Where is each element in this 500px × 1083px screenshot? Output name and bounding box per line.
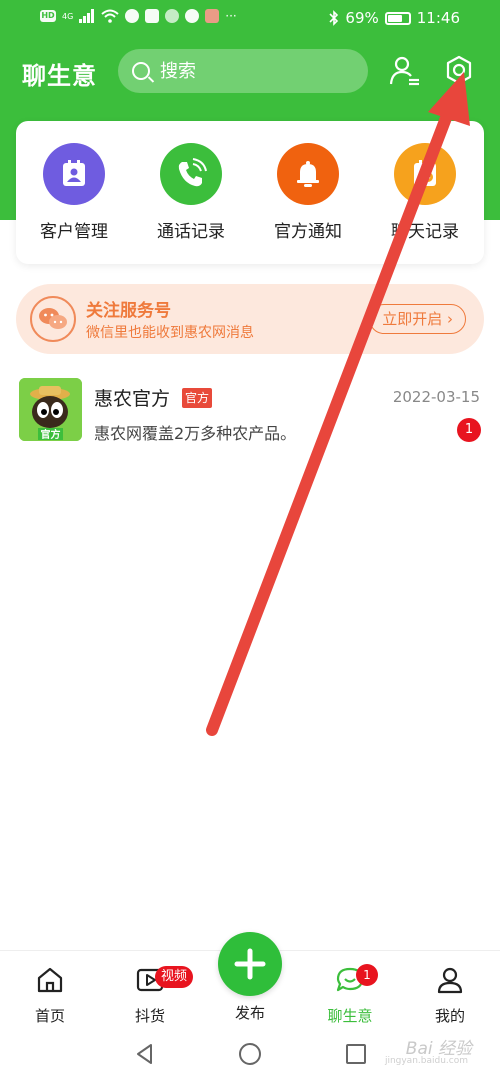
home-circle-icon[interactable] (238, 1042, 262, 1066)
notification-app-icon (205, 9, 220, 23)
message-list-item[interactable]: 官方 惠农官方 官方 2022-03-15 惠农网覆盖2万多种农产品。 1 (0, 372, 500, 452)
status-left: HD 4G ··· (40, 9, 237, 23)
chat-history-icon (414, 160, 436, 186)
quick-action-icon-bg (277, 143, 339, 205)
unread-badge: 1 (457, 418, 481, 442)
nav-label: 我的 (434, 1007, 465, 1025)
search-icon (132, 62, 150, 80)
avatar-caption: 官方 (40, 430, 61, 441)
more-notifications-icon: ··· (225, 9, 237, 23)
plus-icon (234, 948, 266, 980)
quick-action-label: 聊天记录 (391, 222, 459, 242)
search-input[interactable] (160, 60, 350, 82)
quick-action-official-notice[interactable]: 官方通知 (253, 143, 363, 242)
signal-icon (79, 9, 95, 23)
enable-now-label: 立即开启 (382, 309, 443, 328)
quick-action-call-log[interactable]: 通话记录 (136, 143, 246, 242)
message-date: 2022-03-15 (392, 388, 480, 406)
music-app-icon (145, 9, 160, 23)
quick-actions-card: 客户管理 通话记录 官方通知 聊天记录 (16, 121, 484, 264)
clock: 11:46 (416, 9, 460, 27)
nav-chat-business[interactable]: 聊生意 (310, 965, 390, 1026)
status-right: 69% 11:46 (329, 9, 460, 27)
follow-banner-subtitle: 微信里也能收到惠农网消息 (86, 325, 254, 341)
message-preview: 惠农网覆盖2万多种农产品。 (94, 424, 297, 443)
official-tag: 官方 (182, 388, 213, 408)
publish-button[interactable] (218, 932, 282, 996)
contacts-button[interactable] (388, 54, 422, 88)
chat-unread-badge: 1 (356, 964, 378, 986)
nav-home[interactable]: 首页 (10, 965, 90, 1026)
status-bar: HD 4G ··· 69% 11:46 (0, 0, 500, 38)
quick-action-label: 官方通知 (274, 222, 342, 242)
battery-percent: 69% (345, 9, 379, 27)
quick-action-icon-bg (160, 143, 222, 205)
chevron-right-icon: › (447, 309, 453, 328)
bell-icon (297, 161, 319, 187)
contact-card-icon (63, 160, 85, 186)
watermark-url: jingyan.baidu.com (384, 1056, 468, 1066)
bluetooth-icon (329, 10, 339, 26)
hd-icon: HD (40, 10, 56, 22)
recent-apps-icon[interactable] (344, 1042, 368, 1066)
user-icon (437, 967, 463, 994)
quick-action-label: 通话记录 (157, 222, 225, 242)
page-title: 聊生意 (22, 62, 97, 90)
quick-action-customer-management[interactable]: 客户管理 (19, 143, 129, 242)
video-badge: 视频 (155, 966, 194, 988)
phone-call-icon (178, 158, 207, 187)
search-bar[interactable] (118, 49, 368, 93)
nav-label: 聊生意 (327, 1007, 373, 1025)
contacts-icon (389, 56, 419, 86)
enable-now-button[interactable]: 立即开启 › (369, 304, 466, 334)
follow-banner-title: 关注服务号 (86, 301, 171, 321)
network-label: 4G (62, 11, 74, 21)
home-icon (37, 967, 63, 993)
nav-mine[interactable]: 我的 (410, 965, 490, 1026)
quick-action-icon-bg (43, 143, 105, 205)
nav-label: 首页 (34, 1007, 65, 1025)
nav-label: 抖货 (134, 1007, 165, 1025)
message-sender-name: 惠农官方 (94, 388, 171, 410)
battery-icon (384, 11, 411, 25)
wifi-icon (101, 9, 119, 23)
translate-app-icon (165, 9, 180, 23)
follow-service-banner[interactable]: 关注服务号 微信里也能收到惠农网消息 立即开启 › (16, 284, 484, 354)
quick-action-chat-history[interactable]: 聊天记录 (370, 143, 480, 242)
gear-icon (446, 55, 472, 85)
wechat-icon (30, 296, 76, 342)
back-icon[interactable] (133, 1042, 157, 1066)
avatar: 官方 (19, 378, 82, 441)
publish-label: 发布 (234, 1004, 265, 1022)
quick-action-icon-bg (394, 143, 456, 205)
quick-action-label: 客户管理 (40, 222, 108, 242)
qq-icon (125, 9, 140, 23)
settings-button[interactable] (442, 54, 476, 88)
message-app-icon (185, 9, 200, 23)
